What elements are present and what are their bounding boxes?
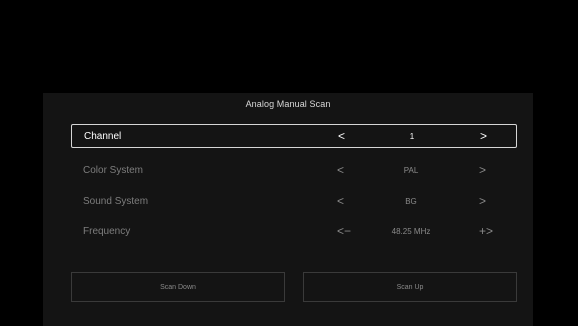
frequency-decrease-arrow-icon[interactable]: <− [337,225,351,237]
analog-manual-scan-panel: Analog Manual Scan Channel < 1 > Color S… [43,93,533,326]
frequency-row[interactable]: Frequency <− 48.25 MHz +> [71,219,517,243]
sound-system-next-arrow-icon[interactable]: > [479,195,486,207]
channel-increase-arrow-icon[interactable]: > [480,130,487,142]
color-system-label: Color System [83,164,144,176]
frequency-increase-arrow-icon[interactable]: +> [479,225,493,237]
color-system-next-arrow-icon[interactable]: > [479,164,486,176]
color-system-row[interactable]: Color System < PAL > [71,158,517,182]
frequency-label: Frequency [83,225,131,237]
scan-down-button[interactable]: Scan Down [71,272,285,302]
sound-system-previous-arrow-icon[interactable]: < [337,195,344,207]
color-system-previous-arrow-icon[interactable]: < [337,164,344,176]
color-system-value: PAL [403,165,419,175]
sound-system-label: Sound System [83,195,149,207]
channel-row[interactable]: Channel < 1 > [71,124,517,148]
channel-label: Channel [84,130,122,142]
tv-screen: Analog Manual Scan Channel < 1 > Color S… [0,0,578,326]
sound-system-row[interactable]: Sound System < BG > [71,189,517,213]
sound-system-value: BG [405,196,417,206]
scan-up-button[interactable]: Scan Up [303,272,517,302]
channel-value: 1 [409,131,415,141]
panel-title: Analog Manual Scan [245,99,331,109]
frequency-value: 48.25 MHz [391,226,431,236]
channel-decrease-arrow-icon[interactable]: < [338,130,345,142]
